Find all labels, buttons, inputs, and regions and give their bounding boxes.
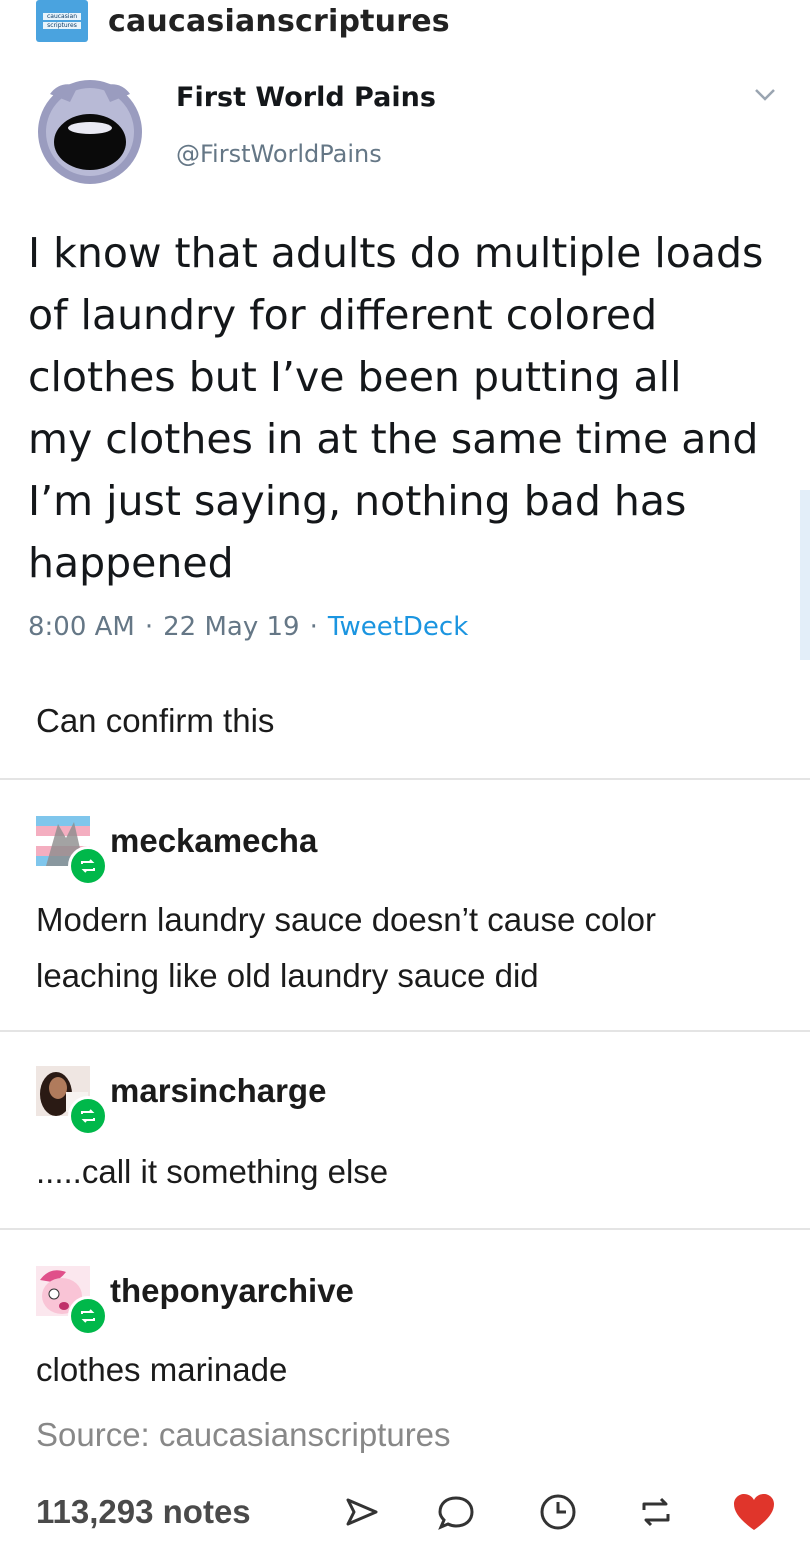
tweet-text-line: happened [28, 539, 234, 587]
tweet-text: I know that adults do multiple loads of … [28, 222, 778, 594]
meta-separator: · [309, 612, 318, 642]
reply-icon[interactable] [436, 1492, 476, 1532]
tweet-text-line: of laundry for different colored [28, 291, 658, 339]
tweet-author-avatar[interactable] [32, 72, 148, 188]
reblog-username[interactable]: theponyarchive [110, 1272, 354, 1310]
reblog-text-line: .....call it something else [36, 1153, 389, 1190]
tweet-client-link[interactable]: TweetDeck [328, 612, 468, 642]
queue-icon[interactable] [538, 1492, 578, 1532]
blog-header: caucasian scriptures caucasianscriptures [36, 0, 450, 42]
reblog-text: Modern laundry sauce doesn’t cause color… [36, 892, 776, 1004]
reblog-header: marsincharge [36, 1066, 326, 1136]
tweet-text-line: I know that adults do multiple loads [28, 229, 764, 277]
divider [0, 1228, 810, 1230]
reblog-text: clothes marinade [36, 1342, 776, 1398]
reblog-badge-icon [68, 1096, 108, 1136]
reblog-text: .....call it something else [36, 1144, 776, 1200]
reblog-header: meckamecha [36, 816, 317, 886]
notes-count[interactable]: 113,293 notes [36, 1493, 251, 1531]
reblog-username[interactable]: marsincharge [110, 1072, 326, 1110]
tweet-date: 22 May 19 [163, 612, 300, 642]
reblog-text-line: Modern laundry sauce doesn’t cause color [36, 901, 657, 938]
scrollbar[interactable] [800, 490, 810, 660]
reblog-badge-icon [68, 846, 108, 886]
tweet-author-handle[interactable]: @FirstWorldPains [176, 140, 382, 168]
avatar[interactable] [36, 816, 108, 886]
divider [0, 1030, 810, 1032]
tweet-text-line: I’m just saying, nothing bad has [28, 477, 687, 525]
divider [0, 778, 810, 780]
reblog-icon[interactable] [636, 1492, 676, 1532]
tweet-text-line: my clothes in at the same time and [28, 415, 759, 463]
share-icon[interactable] [342, 1492, 382, 1532]
tweet-text-line: clothes but I’ve been putting all [28, 353, 682, 401]
op-comment: Can confirm this [36, 702, 275, 739]
reblog-header: theponyarchive [36, 1266, 354, 1336]
blog-name[interactable]: caucasianscriptures [108, 4, 450, 39]
blog-avatar[interactable]: caucasian scriptures [36, 0, 88, 42]
blog-avatar-text-1: caucasian [42, 13, 82, 20]
tweet-time: 8:00 AM [28, 612, 135, 642]
meta-separator: · [144, 612, 154, 642]
tweet-author-name[interactable]: First World Pains [176, 82, 436, 113]
blog-avatar-text-2: scriptures [43, 22, 81, 29]
like-icon[interactable] [732, 1492, 774, 1532]
reblog-text-line: clothes marinade [36, 1351, 288, 1388]
chevron-down-icon[interactable] [752, 82, 778, 108]
avatar[interactable] [36, 1066, 108, 1136]
reblog-badge-icon [68, 1296, 108, 1336]
source-link[interactable]: Source: caucasianscriptures [36, 1416, 451, 1454]
avatar[interactable] [36, 1266, 108, 1336]
reblog-text-line: leaching like old laundry sauce did [36, 957, 539, 994]
tweet-meta: 8:00 AM · 22 May 19 · TweetDeck [28, 612, 468, 642]
reblog-username[interactable]: meckamecha [110, 822, 317, 860]
